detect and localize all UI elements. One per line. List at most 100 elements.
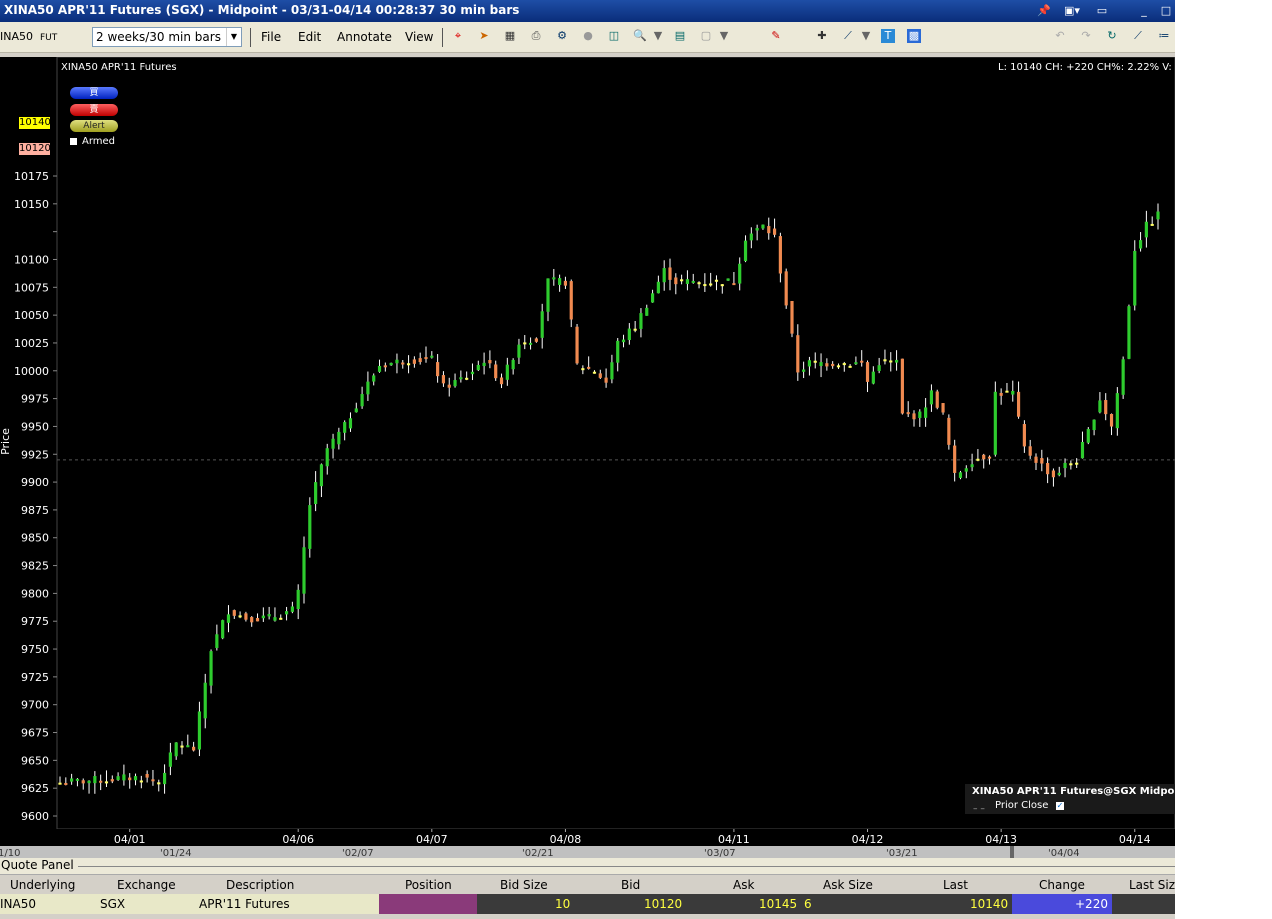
candle-body [802,369,806,372]
candle-body [1138,240,1143,249]
candle-body [389,362,393,366]
candle-body [284,611,289,615]
candle-body [900,358,904,414]
col-position[interactable]: Position [405,878,452,892]
chevron-down-icon[interactable]: ▼ [651,29,665,43]
menu-edit[interactable]: Edit [298,30,321,44]
candle-body [250,617,254,623]
pin-icon[interactable]: 📌 [1036,3,1052,18]
chevron-down-icon[interactable]: ▼ [717,29,731,43]
refresh-icon[interactable]: ↻ [1105,29,1119,43]
crosshair-line-icon[interactable]: ✚ [815,29,829,43]
overview-label: '01/24 [160,848,192,858]
candle-body [215,634,219,648]
menu-file[interactable]: File [261,30,281,44]
prior-close-checkbox[interactable]: ✓ [1056,802,1064,810]
col-underlying[interactable]: Underlying [10,878,75,892]
candle-body [534,338,538,342]
candle-body [267,614,271,617]
candle-body [221,620,225,639]
alert-button[interactable]: Alert [70,120,118,132]
candle-body [87,780,91,784]
candle-body [528,342,533,345]
candle-body [93,776,97,784]
template-icon[interactable]: ▢ [699,29,713,43]
candle-body [761,224,765,229]
col-description[interactable]: Description [226,878,294,892]
candle-body [162,772,167,785]
overview-label: '03/21 [886,848,918,858]
link-icon[interactable]: ▣▾ [1060,3,1084,18]
symbol-field[interactable]: INA50 FUT [0,30,57,43]
settings-icon[interactable]: ⚙ [555,29,569,43]
redo-icon[interactable]: ↷ [1079,29,1093,43]
candle-body [488,359,492,364]
undo-icon[interactable]: ↶ [1053,29,1067,43]
layout-icon[interactable]: ◫ [607,29,621,43]
grid-icon[interactable]: ▦ [503,29,517,43]
candle-body [343,422,347,433]
quote-row[interactable]: INA50 SGX APR'11 Futures 10 10120 10145 … [0,894,1175,914]
candle-body [697,282,701,285]
price-chart[interactable]: 10175 10150 10100 10075 10050 10025 10000 9975 9… [0,57,1175,829]
y-tick-label: 9650 [21,754,49,767]
candle-body [813,360,817,363]
candle-body [953,445,957,473]
candle-body [889,360,893,363]
y-tick-label: 10175 [14,170,49,183]
candle-body [563,280,568,286]
candle-body [842,363,846,366]
candle-body [453,380,457,387]
candle-body [1016,391,1021,417]
col-ask-size[interactable]: Ask Size [823,878,873,892]
print-icon[interactable]: ⎙ [529,29,543,43]
sell-button[interactable]: 賣 [70,104,118,116]
period-select[interactable]: 2 weeks/30 min bars ▼ [92,27,242,47]
buy-button[interactable]: 買 [70,87,118,99]
scroll-handle[interactable] [1010,846,1014,858]
pointer-icon[interactable]: ➤ [477,29,491,43]
record-icon[interactable]: ● [581,29,595,43]
candle-body [430,355,434,358]
candle-body [581,368,585,371]
candle-body [75,778,80,781]
col-bid-size[interactable]: Bid Size [500,878,548,892]
col-bid[interactable]: Bid [621,878,640,892]
col-last[interactable]: Last [943,878,968,892]
chevron-down-icon[interactable]: ▼ [859,29,873,43]
candle-body [180,745,184,748]
overview-scroller[interactable]: 1/10 '01/24 '02/07 '02/21 '03/07 '03/21 '04/04 [0,846,1175,859]
quote-panel-columns: Underlying Exchange Description Position… [0,874,1175,895]
overview-label: '03/07 [704,848,736,858]
candle-body [947,417,951,445]
x-tick-label: 04/11 [718,833,750,846]
menu-annotate[interactable]: Annotate [337,30,392,44]
col-ask[interactable]: Ask [733,878,754,892]
candle-body [308,505,312,549]
restore-icon[interactable]: ▭ [1094,3,1110,18]
candle-body [976,458,980,461]
menu-view[interactable]: View [405,30,433,44]
col-change[interactable]: Change [1039,878,1085,892]
minimize-icon[interactable]: _ [1136,3,1152,18]
pencil-icon[interactable]: ✎ [769,29,783,43]
chart-canvas[interactable]: 10175 10150 10100 10075 10050 10025 10000 9975 9… [0,57,1175,829]
col-exchange[interactable]: Exchange [117,878,176,892]
armed-checkbox[interactable] [70,138,77,145]
candle-body [302,547,306,594]
col-last-size[interactable]: Last Siz [1129,878,1175,892]
study-icon[interactable]: ▤ [673,29,687,43]
lines-icon[interactable]: ≔ [1157,29,1171,43]
fib-icon[interactable]: ⟋ [1131,29,1145,43]
candle-body [691,280,695,283]
trendline-icon[interactable]: ⟋ [841,29,855,43]
text-tool-icon[interactable]: T [881,29,895,43]
label-tool-icon[interactable]: ▩ [907,29,921,43]
x-tick-label: 04/08 [550,833,582,846]
maximize-icon[interactable]: □ [1158,3,1174,18]
chevron-down-icon[interactable]: ▼ [226,28,241,46]
candle-body [1034,456,1038,463]
zoom-icon[interactable]: 🔍 [633,29,647,43]
crosshair-icon[interactable]: ⌖ [451,29,465,43]
x-axis: 04/01 04/06 04/07 04/08 04/11 04/12 04/13 04/14 [0,829,1175,846]
